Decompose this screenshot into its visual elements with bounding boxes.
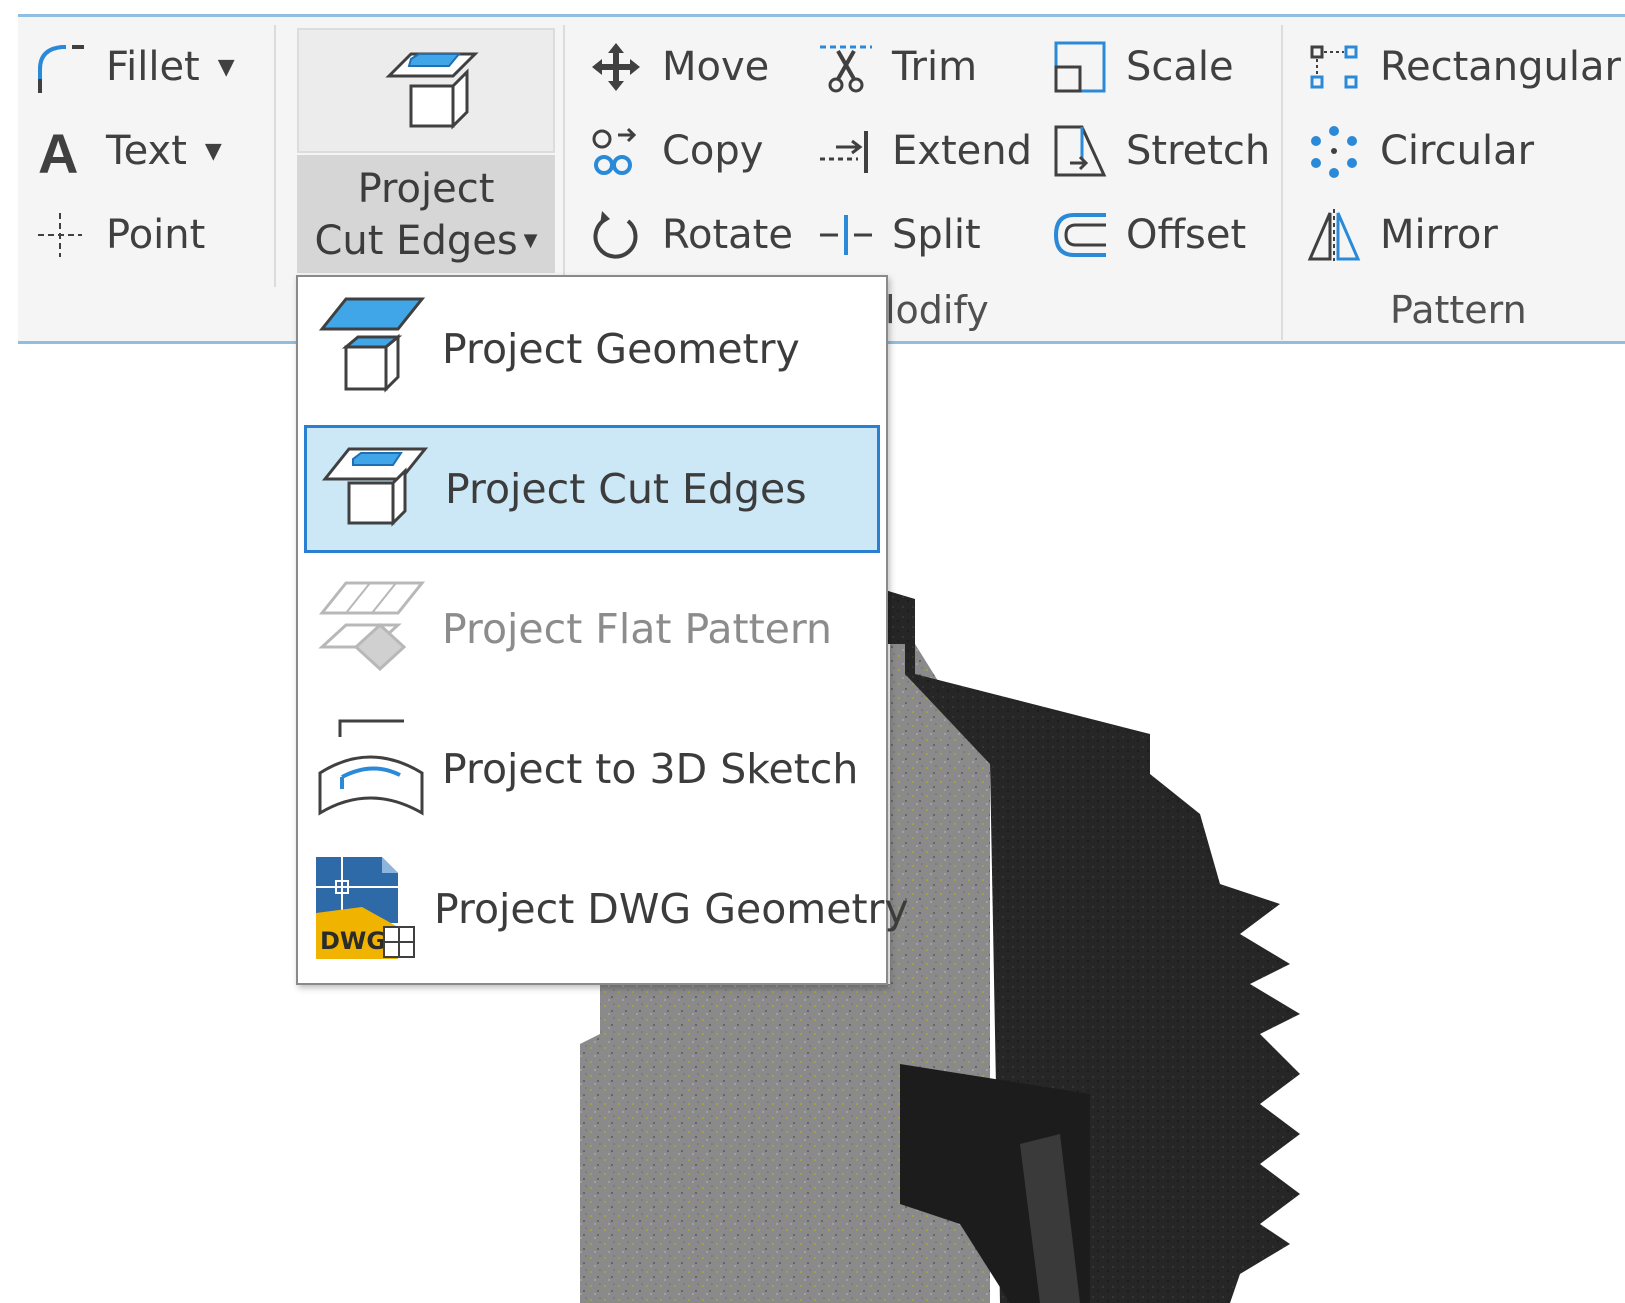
split-icon bbox=[818, 207, 874, 263]
split-button-label-line2-text: Cut Edges bbox=[314, 218, 518, 264]
trim-icon bbox=[818, 39, 874, 95]
menu-item-project-to-3d-sketch[interactable]: Project to 3D Sketch bbox=[304, 705, 880, 833]
project-flat-pattern-icon bbox=[312, 569, 432, 689]
move-icon bbox=[588, 39, 644, 95]
project-cut-edges-split-button-menu[interactable]: Project Cut Edges ▼ bbox=[297, 155, 555, 273]
menu-item-label: Project Cut Edges bbox=[445, 465, 807, 513]
fillet-icon bbox=[32, 39, 88, 95]
rotate-label: Rotate bbox=[662, 212, 793, 258]
text-icon: A bbox=[32, 123, 88, 179]
extend-label: Extend bbox=[892, 128, 1032, 174]
project-geometry-icon bbox=[312, 289, 432, 409]
offset-button[interactable]: Offset bbox=[1052, 200, 1246, 270]
text-button[interactable]: A Text ▼ bbox=[32, 116, 222, 186]
stretch-icon bbox=[1052, 123, 1108, 179]
point-icon bbox=[32, 207, 88, 263]
split-button[interactable]: Split bbox=[818, 200, 981, 270]
menu-item-project-geometry[interactable]: Project Geometry bbox=[304, 285, 880, 413]
project-cut-edges-icon bbox=[385, 52, 479, 130]
mirror-button[interactable]: Mirror bbox=[1306, 200, 1498, 270]
scale-icon bbox=[1052, 39, 1108, 95]
offset-label: Offset bbox=[1126, 212, 1247, 258]
menu-item-project-cut-edges[interactable]: Project Cut Edges bbox=[304, 425, 880, 553]
circular-label: Circular bbox=[1380, 128, 1535, 174]
menu-item-label: Project DWG Geometry bbox=[434, 885, 909, 933]
rotate-button[interactable]: Rotate bbox=[588, 200, 793, 270]
text-label: Text bbox=[106, 128, 187, 174]
menu-item-project-dwg-geometry[interactable]: DWG Project DWG Geometry bbox=[304, 845, 909, 973]
trim-label: Trim bbox=[892, 44, 978, 90]
circular-pattern-icon bbox=[1306, 123, 1362, 179]
project-dwg-geometry-icon: DWG bbox=[312, 849, 424, 969]
rotate-icon bbox=[588, 207, 644, 263]
menu-item-label: Project Flat Pattern bbox=[442, 605, 833, 653]
extend-icon bbox=[818, 123, 874, 179]
copy-button[interactable]: Copy bbox=[588, 116, 763, 186]
project-dropdown-menu: Project Geometry Project Cut Edges Proje… bbox=[296, 275, 909, 985]
move-button[interactable]: Move bbox=[588, 32, 769, 102]
chevron-down-icon[interactable]: ▼ bbox=[218, 55, 235, 80]
split-button-label-line2: Cut Edges ▼ bbox=[297, 215, 555, 267]
project-to-3d-sketch-icon bbox=[312, 709, 432, 829]
model-grey-body bbox=[580, 984, 890, 1303]
menu-item-project-flat-pattern[interactable]: Project Flat Pattern bbox=[304, 565, 880, 693]
rectangular-pattern-button[interactable]: Rectangular bbox=[1306, 32, 1621, 102]
group-separator bbox=[1281, 25, 1283, 340]
menu-item-label: Project to 3D Sketch bbox=[442, 745, 859, 793]
scale-button[interactable]: Scale bbox=[1052, 32, 1234, 102]
mirror-icon bbox=[1306, 207, 1362, 263]
point-label: Point bbox=[106, 212, 206, 258]
copy-icon bbox=[588, 123, 644, 179]
group-separator bbox=[274, 25, 276, 287]
split-button-label-line1: Project bbox=[357, 166, 495, 212]
stretch-label: Stretch bbox=[1126, 128, 1271, 174]
pattern-group-label: Pattern bbox=[1390, 288, 1527, 332]
rectangular-pattern-icon bbox=[1306, 39, 1362, 95]
svg-text:A: A bbox=[38, 123, 78, 179]
fillet-button[interactable]: Fillet ▼ bbox=[32, 32, 235, 102]
modify-group-label: lodify bbox=[885, 288, 989, 332]
chevron-down-icon: ▼ bbox=[523, 230, 538, 251]
stretch-button[interactable]: Stretch bbox=[1052, 116, 1270, 186]
rectangular-label: Rectangular bbox=[1380, 44, 1621, 90]
extend-button[interactable]: Extend bbox=[818, 116, 1032, 186]
point-button[interactable]: Point bbox=[32, 200, 205, 270]
split-label: Split bbox=[892, 212, 981, 258]
circular-pattern-button[interactable]: Circular bbox=[1306, 116, 1534, 186]
scale-label: Scale bbox=[1126, 44, 1234, 90]
menu-item-label: Project Geometry bbox=[442, 325, 800, 373]
chevron-down-icon[interactable]: ▼ bbox=[205, 139, 222, 164]
move-label: Move bbox=[662, 44, 770, 90]
project-cut-edges-split-button-top[interactable] bbox=[297, 28, 555, 153]
mirror-label: Mirror bbox=[1380, 212, 1498, 258]
dwg-badge: DWG bbox=[320, 927, 386, 955]
offset-icon bbox=[1052, 207, 1108, 263]
project-cut-edges-icon bbox=[315, 429, 435, 549]
copy-label: Copy bbox=[662, 128, 764, 174]
trim-button[interactable]: Trim bbox=[818, 32, 977, 102]
fillet-label: Fillet bbox=[106, 44, 200, 90]
